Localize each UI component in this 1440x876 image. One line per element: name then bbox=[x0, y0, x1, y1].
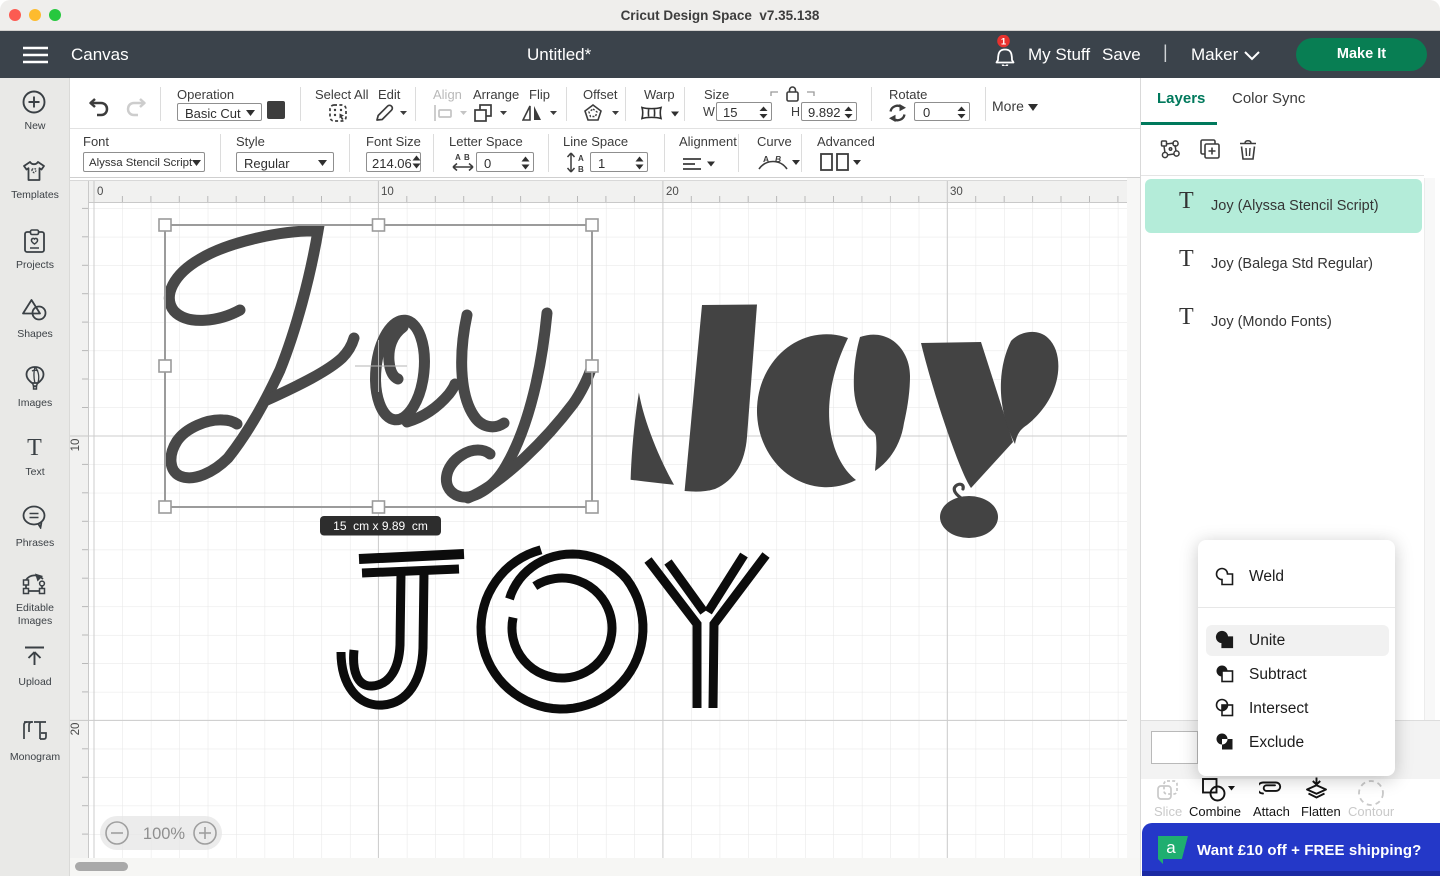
svg-text:20: 20 bbox=[70, 723, 82, 736]
svg-text:20: 20 bbox=[666, 186, 679, 198]
svg-text:0: 0 bbox=[97, 186, 103, 198]
svg-text:B: B bbox=[578, 165, 584, 173]
svg-text:A: A bbox=[455, 153, 461, 162]
svg-text:a: a bbox=[1166, 838, 1176, 857]
svg-text:100%: 100% bbox=[143, 825, 186, 843]
svg-text:T: T bbox=[27, 436, 42, 458]
svg-text:10: 10 bbox=[381, 186, 394, 198]
svg-text:1: 1 bbox=[1001, 37, 1007, 48]
svg-text:10: 10 bbox=[70, 439, 82, 452]
svg-text:30: 30 bbox=[950, 186, 963, 198]
svg-text:A: A bbox=[578, 154, 584, 163]
svg-text:B: B bbox=[775, 154, 781, 164]
svg-text:B: B bbox=[464, 153, 470, 162]
svg-text:15 cm x 9.89 cm: 15 cm x 9.89 cm bbox=[333, 519, 428, 533]
svg-text:A: A bbox=[763, 154, 769, 164]
